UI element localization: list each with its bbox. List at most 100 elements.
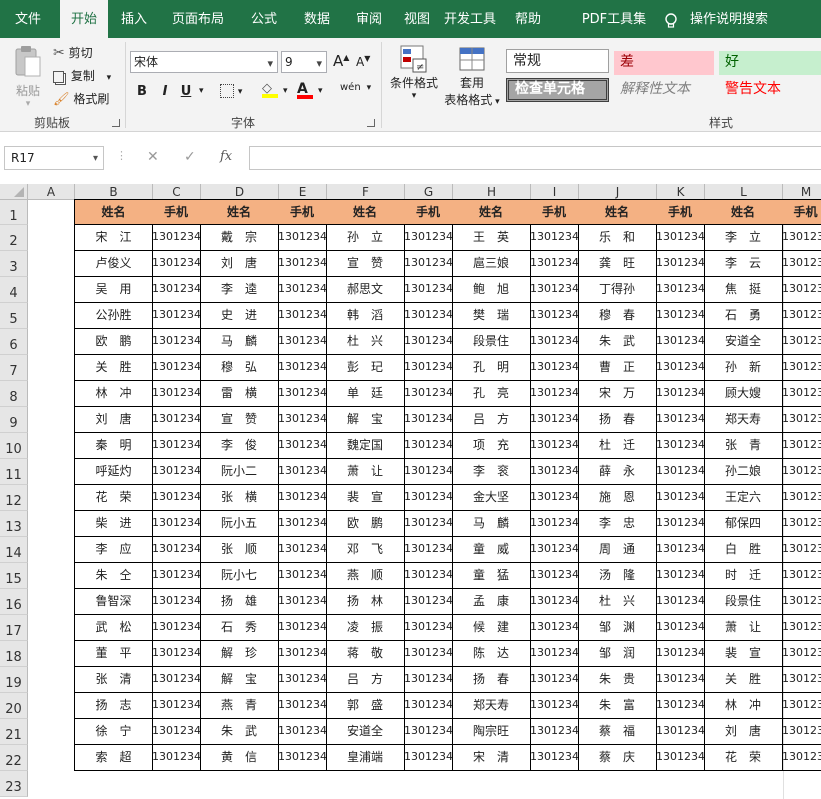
name-cell[interactable]: 石 秀 (200, 614, 279, 641)
column-header-B[interactable]: B (75, 184, 153, 200)
font-dialog-launcher-icon[interactable] (367, 119, 375, 127)
name-cell[interactable]: 刘 唐 (74, 406, 153, 433)
name-cell[interactable]: 乐 和 (578, 224, 657, 251)
column-header-M[interactable]: M (783, 184, 821, 200)
phone-cell[interactable]: 13012345678 (782, 380, 821, 407)
row-header-12[interactable]: 12 (0, 485, 28, 511)
name-cell[interactable]: 候 建 (452, 614, 531, 641)
phone-cell[interactable]: 13012345678 (656, 458, 705, 485)
phone-cell[interactable]: 13012345678 (278, 614, 327, 641)
phonetic-guide-button[interactable]: wén ▾ (340, 82, 371, 93)
style-warning[interactable]: 警告文本 (719, 78, 821, 102)
phone-cell[interactable]: 13012345678 (404, 328, 453, 355)
header-cell[interactable]: 手机 (656, 199, 705, 225)
name-cell[interactable]: 欧 鹏 (74, 328, 153, 355)
name-cell[interactable]: 扬 春 (578, 406, 657, 433)
name-cell[interactable]: 林 冲 (74, 380, 153, 407)
row-header-2[interactable]: 2 (0, 225, 28, 251)
name-cell[interactable]: 萧 让 (704, 614, 783, 641)
name-cell[interactable]: 穆 弘 (200, 354, 279, 381)
name-cell[interactable]: 刘 唐 (200, 250, 279, 277)
phone-cell[interactable]: 13012345678 (656, 536, 705, 563)
header-cell[interactable]: 姓名 (200, 199, 279, 225)
name-cell[interactable]: 吕 方 (326, 666, 405, 693)
row-header-10[interactable]: 10 (0, 433, 28, 459)
phone-cell[interactable]: 13012345678 (782, 276, 821, 303)
name-cell[interactable]: 萧 让 (326, 458, 405, 485)
phone-cell[interactable]: 13012345678 (782, 250, 821, 277)
chevron-down-icon[interactable]: ▾ (318, 86, 323, 96)
phone-cell[interactable]: 13012345678 (278, 562, 327, 589)
phone-cell[interactable]: 13012345678 (152, 692, 201, 719)
phone-cell[interactable]: 13012345678 (152, 484, 201, 511)
phone-cell[interactable]: 13012345678 (782, 510, 821, 537)
phone-cell[interactable]: 13012345678 (278, 640, 327, 667)
cancel-icon[interactable]: ✕ (147, 149, 159, 165)
name-cell[interactable]: 宣 赞 (326, 250, 405, 277)
name-cell[interactable]: 曹 正 (578, 354, 657, 381)
phone-cell[interactable]: 13012345678 (530, 692, 579, 719)
phone-cell[interactable]: 13012345678 (656, 302, 705, 329)
row-header-14[interactable]: 14 (0, 537, 28, 563)
phone-cell[interactable]: 13012345678 (656, 250, 705, 277)
phone-cell[interactable]: 13012345678 (404, 692, 453, 719)
name-cell[interactable]: 孔 亮 (452, 380, 531, 407)
phone-cell[interactable]: 13012345678 (278, 302, 327, 329)
font-size-select[interactable]: 9 ▾ (281, 51, 327, 73)
header-cell[interactable]: 手机 (152, 199, 201, 225)
name-cell[interactable]: 郑天寿 (704, 406, 783, 433)
name-cell[interactable]: 段景住 (704, 588, 783, 615)
phone-cell[interactable]: 13012345678 (782, 328, 821, 355)
row-header-20[interactable]: 20 (0, 693, 28, 719)
cut-button[interactable]: ✂ 剪切 (53, 44, 93, 61)
name-cell[interactable]: 武 松 (74, 614, 153, 641)
style-good[interactable]: 好 (719, 51, 821, 75)
name-cell[interactable]: 韩 滔 (326, 302, 405, 329)
column-header-I[interactable]: I (531, 184, 579, 200)
phone-cell[interactable]: 13012345678 (404, 510, 453, 537)
phone-cell[interactable]: 13012345678 (782, 614, 821, 641)
name-cell[interactable]: 朱 贵 (578, 666, 657, 693)
name-cell[interactable]: 顾大嫂 (704, 380, 783, 407)
fill-color-button[interactable]: ◇ (262, 81, 278, 98)
name-cell[interactable]: 李 立 (704, 224, 783, 251)
phone-cell[interactable]: 13012345678 (530, 250, 579, 277)
phone-cell[interactable]: 13012345678 (656, 276, 705, 303)
phone-cell[interactable]: 13012345678 (404, 250, 453, 277)
phone-cell[interactable]: 13012345678 (530, 666, 579, 693)
style-check-cell[interactable]: 检查单元格 (506, 78, 609, 102)
name-cell[interactable]: 扬 春 (452, 666, 531, 693)
tab-6[interactable]: 审阅 (344, 0, 394, 38)
phone-cell[interactable]: 13012345678 (782, 588, 821, 615)
name-cell[interactable]: 裴 宣 (326, 484, 405, 511)
name-cell[interactable]: 鲍 旭 (452, 276, 531, 303)
phone-cell[interactable]: 13012345678 (782, 692, 821, 719)
phone-cell[interactable]: 13012345678 (152, 718, 201, 745)
phone-cell[interactable]: 13012345678 (530, 718, 579, 745)
name-cell[interactable]: 项 充 (452, 432, 531, 459)
phone-cell[interactable]: 13012345678 (152, 354, 201, 381)
phone-cell[interactable]: 13012345678 (404, 224, 453, 251)
row-header-17[interactable]: 17 (0, 615, 28, 641)
phone-cell[interactable]: 13012345678 (152, 458, 201, 485)
name-cell[interactable]: 王定六 (704, 484, 783, 511)
name-cell[interactable]: 邓 飞 (326, 536, 405, 563)
column-header-E[interactable]: E (279, 184, 327, 200)
name-cell[interactable]: 解 珍 (200, 640, 279, 667)
phone-cell[interactable]: 13012345678 (782, 744, 821, 771)
phone-cell[interactable]: 13012345678 (152, 328, 201, 355)
phone-cell[interactable]: 13012345678 (152, 666, 201, 693)
name-cell[interactable]: 吕 方 (452, 406, 531, 433)
row-header-19[interactable]: 19 (0, 667, 28, 693)
phone-cell[interactable]: 13012345678 (278, 276, 327, 303)
style-bad[interactable]: 差 (614, 51, 714, 75)
name-cell[interactable]: 魏定国 (326, 432, 405, 459)
chevron-down-icon[interactable]: ▾ (283, 86, 288, 96)
tab-8[interactable]: 开发工具 (440, 0, 500, 38)
name-cell[interactable]: 雷 横 (200, 380, 279, 407)
name-cell[interactable]: 孙 立 (326, 224, 405, 251)
phone-cell[interactable]: 13012345678 (530, 614, 579, 641)
name-cell[interactable]: 孔 明 (452, 354, 531, 381)
phone-cell[interactable]: 13012345678 (782, 562, 821, 589)
underline-button[interactable]: U (178, 84, 194, 99)
